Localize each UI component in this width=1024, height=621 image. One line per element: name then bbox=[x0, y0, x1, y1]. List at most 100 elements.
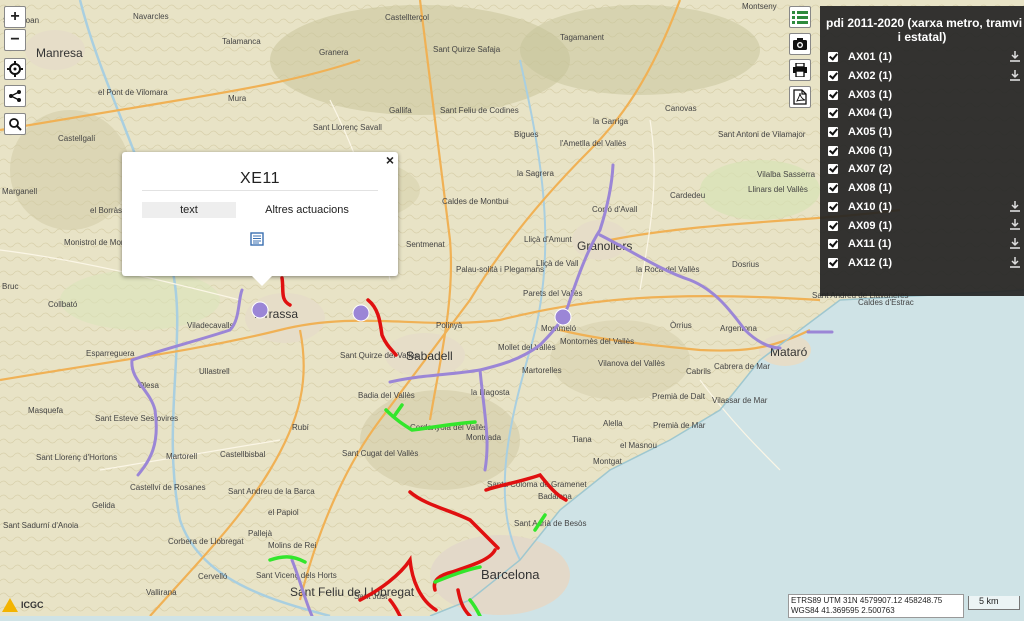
download-icon[interactable] bbox=[1010, 200, 1020, 213]
layer-item[interactable]: AX10 (1) bbox=[828, 198, 1024, 217]
zoom-out-button[interactable]: − bbox=[4, 29, 26, 51]
place-label: el Masnou bbox=[620, 441, 657, 450]
icgc-logo: ICGC bbox=[2, 598, 44, 612]
layer-checkbox[interactable] bbox=[828, 220, 838, 231]
layer-item[interactable]: AX05 (1) bbox=[828, 123, 1024, 142]
coordinates-utm: ETRS89 UTM 31N 4579907.12 458248.75 bbox=[791, 596, 943, 605]
place-label: Sant Sadurní d'Anoia bbox=[3, 521, 79, 530]
search-icon bbox=[9, 118, 22, 131]
layer-item[interactable]: AX01 (1) bbox=[828, 48, 1024, 67]
place-label: Bigues bbox=[514, 130, 538, 139]
place-label: Polinyà bbox=[436, 321, 463, 330]
layer-checkbox[interactable] bbox=[828, 71, 838, 82]
place-label: Montornès del Vallès bbox=[560, 337, 634, 346]
layer-item[interactable]: AX03 (1) bbox=[828, 85, 1024, 104]
place-label: el Papiol bbox=[268, 508, 299, 517]
place-label: Pallejà bbox=[248, 529, 273, 538]
download-icon[interactable] bbox=[1010, 237, 1020, 250]
printer-icon bbox=[793, 63, 807, 77]
document-icon[interactable] bbox=[250, 232, 264, 246]
place-label: Montgat bbox=[593, 457, 623, 466]
layer-checkbox[interactable] bbox=[828, 201, 838, 212]
place-label: Vallirana bbox=[146, 588, 177, 597]
logo-text: ICGC bbox=[21, 600, 44, 610]
place-label: Corró d'Avall bbox=[592, 205, 638, 214]
layer-label: AX07 (2) bbox=[848, 163, 893, 176]
station-marker[interactable] bbox=[554, 308, 572, 326]
place-label: Sant Feliu de Llobregat bbox=[290, 585, 415, 599]
layer-label: AX01 (1) bbox=[848, 51, 893, 64]
station-marker[interactable] bbox=[352, 304, 370, 322]
layer-label: AX06 (1) bbox=[848, 144, 893, 157]
place-label: Viladecavalls bbox=[187, 321, 234, 330]
search-button[interactable] bbox=[4, 113, 26, 135]
locate-button[interactable] bbox=[4, 58, 26, 80]
layer-item[interactable]: AX09 (1) bbox=[828, 216, 1024, 235]
layer-checkbox[interactable] bbox=[828, 108, 838, 119]
download-icon[interactable] bbox=[1010, 69, 1020, 82]
print-button[interactable] bbox=[789, 59, 811, 81]
place-label: Bruc bbox=[2, 282, 18, 291]
layer-item[interactable]: AX08 (1) bbox=[828, 179, 1024, 198]
layer-item[interactable]: AX12 (1) bbox=[828, 254, 1024, 273]
place-label: Caldes de Montbui bbox=[442, 197, 509, 206]
place-label: Martorelles bbox=[522, 366, 562, 375]
layer-checkbox[interactable] bbox=[828, 239, 838, 250]
logo-mark-icon bbox=[2, 598, 18, 612]
layer-item[interactable]: AX07 (2) bbox=[828, 160, 1024, 179]
place-label: Barcelona bbox=[481, 567, 540, 582]
snapshot-button[interactable] bbox=[789, 33, 811, 55]
coordinates-wgs84: WGS84 41.369595 2.500763 bbox=[791, 606, 895, 615]
pdf-export-button[interactable] bbox=[789, 86, 811, 108]
share-button[interactable] bbox=[4, 85, 26, 107]
layer-label: AX10 (1) bbox=[848, 200, 893, 213]
layers-panel: pdi 2011-2020 (xarxa metro, tramvi i est… bbox=[820, 6, 1024, 296]
tab-altres-actuacions[interactable]: Altres actuacions bbox=[236, 202, 378, 218]
place-label: Sant Llorenç d'Hortons bbox=[36, 453, 117, 462]
layer-label: AX09 (1) bbox=[848, 219, 893, 232]
place-label: Lliçà de Vall bbox=[536, 259, 579, 268]
place-label: Gallifa bbox=[389, 106, 412, 115]
layer-item[interactable]: AX04 (1) bbox=[828, 104, 1024, 123]
place-label: Sant Andreu de la Barca bbox=[228, 487, 315, 496]
place-label: Granera bbox=[319, 48, 349, 57]
place-label: Marganell bbox=[2, 187, 37, 196]
layer-checkbox[interactable] bbox=[828, 145, 838, 156]
panel-title-line: pdi 2011-2020 (xarxa metro, tramvi bbox=[826, 16, 1023, 30]
layer-checkbox[interactable] bbox=[828, 89, 838, 100]
layer-item[interactable]: AX11 (1) bbox=[828, 235, 1024, 254]
place-label: Cardedeu bbox=[670, 191, 705, 200]
place-label: Sabadell bbox=[406, 349, 453, 363]
station-marker[interactable] bbox=[251, 301, 269, 319]
divider bbox=[142, 190, 378, 191]
layer-item[interactable]: AX06 (1) bbox=[828, 141, 1024, 160]
layer-checkbox[interactable] bbox=[828, 164, 838, 175]
layer-checkbox[interactable] bbox=[828, 257, 838, 268]
tab-text[interactable]: text bbox=[142, 202, 236, 218]
layer-checkbox[interactable] bbox=[828, 52, 838, 63]
place-label: Sant Esteve Sesrovires bbox=[95, 414, 178, 423]
layer-item[interactable]: AX02 (1) bbox=[828, 67, 1024, 86]
layer-label: AX02 (1) bbox=[848, 70, 893, 83]
layer-checkbox[interactable] bbox=[828, 183, 838, 194]
place-label: Argentona bbox=[720, 324, 757, 333]
place-label: Granollers bbox=[577, 239, 632, 253]
layer-checkbox[interactable] bbox=[828, 127, 838, 138]
download-icon[interactable] bbox=[1010, 256, 1020, 269]
zoom-in-button[interactable]: + bbox=[4, 6, 26, 28]
download-icon[interactable] bbox=[1010, 219, 1020, 231]
place-label: Sant Llorenç Savall bbox=[313, 123, 382, 132]
place-label: Alella bbox=[603, 419, 623, 428]
popup-title: XE11 bbox=[240, 170, 280, 187]
place-label: Premià de Dalt bbox=[652, 392, 706, 401]
place-label: Collbató bbox=[48, 300, 78, 309]
scale-bar: 5 km bbox=[968, 596, 1020, 610]
place-label: Sant Feliu de Codines bbox=[440, 106, 519, 115]
place-label: Castellterçol bbox=[385, 13, 429, 22]
place-label: Vilanova del Vallès bbox=[598, 359, 665, 368]
download-icon[interactable] bbox=[1010, 51, 1020, 63]
close-icon[interactable]: × bbox=[386, 152, 394, 168]
layers-list-button[interactable] bbox=[789, 6, 811, 28]
place-label: Esparreguera bbox=[86, 349, 135, 358]
place-label: Castellbisbal bbox=[220, 450, 266, 459]
